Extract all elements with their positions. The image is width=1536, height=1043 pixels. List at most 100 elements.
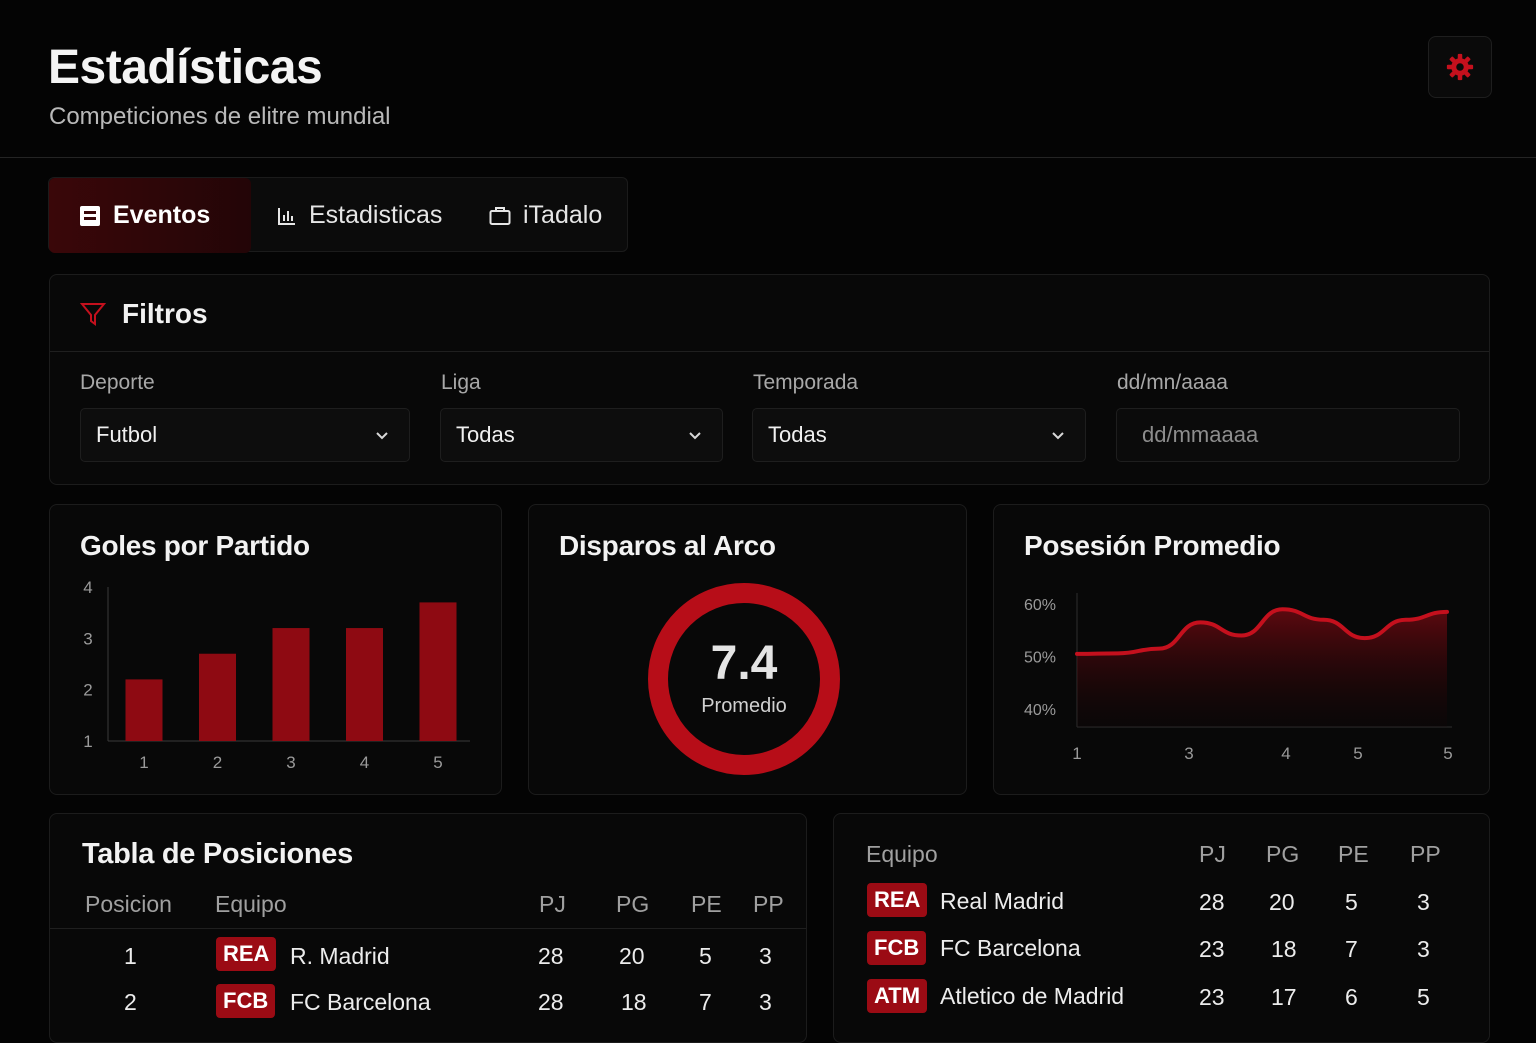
page-title: Estadísticas (48, 41, 323, 94)
possession-card: Posesión Promedio 60% 50% 40% 1 3 4 5 5 (993, 504, 1490, 795)
team-name: R. Madrid (290, 943, 390, 969)
y-tick-label: 50% (1024, 650, 1056, 667)
tab-label: iTadalo (523, 201, 603, 229)
col-pp: PP (1410, 841, 1441, 867)
cell-pp: 3 (1417, 936, 1430, 962)
cell-pp: 5 (1417, 984, 1430, 1010)
bar (272, 628, 310, 741)
x-tick-label: 3 (1184, 744, 1193, 763)
table-divider (50, 928, 806, 929)
team-name: Atletico de Madrid (940, 983, 1125, 1009)
x-tick-label: 5 (433, 753, 442, 772)
filters-title: Filtros (122, 298, 208, 329)
briefcase-icon (489, 206, 511, 226)
col-pg: PG (616, 891, 650, 917)
shots-value: 7.4 (710, 637, 778, 690)
row-position: 1 (124, 943, 137, 969)
y-tick-label: 4 (83, 578, 92, 597)
tab-estadisticas[interactable]: Estadisticas (277, 178, 442, 253)
shots-card: Disparos al Arco 7.4 Promedio (528, 504, 967, 795)
row-position: 2 (124, 989, 137, 1015)
cell-pg: 20 (619, 943, 645, 969)
tab-label: Estadisticas (309, 201, 443, 229)
settings-button[interactable] (1428, 36, 1492, 98)
y-tick-label: 60% (1024, 597, 1056, 614)
filters-header: Filtros (50, 275, 1489, 352)
date-input[interactable] (1116, 408, 1460, 462)
team-name: FC Barcelona (940, 935, 1081, 961)
y-tick-label: 2 (83, 681, 92, 700)
x-tick-label: 4 (1281, 744, 1290, 763)
cell-pj: 28 (538, 989, 564, 1015)
chevron-down-icon (376, 432, 388, 440)
bar (419, 602, 457, 741)
tab-eventos[interactable]: Eventos (49, 178, 251, 253)
col-pj: PJ (539, 891, 566, 917)
col-pe: PE (1338, 841, 1369, 867)
calendar-icon (79, 205, 101, 227)
bar-chart-icon (277, 206, 297, 226)
col-equipo: Equipo (215, 891, 287, 917)
x-tick-label: 5 (1353, 744, 1362, 763)
standings-card-2: Equipo PJ PG PE PP REA Real Madrid 28 20… (833, 813, 1490, 1043)
cell-pg: 17 (1271, 984, 1297, 1010)
team-badge: FCB (216, 984, 276, 1018)
team-badge: ATM (867, 979, 928, 1013)
chevron-down-icon (689, 432, 701, 440)
sport-value: Futbol (96, 422, 158, 447)
sport-label: Deporte (80, 371, 155, 394)
cell-pj: 23 (1199, 984, 1225, 1010)
goals-chart: 1 2 3 4 1 2 3 4 5 (83, 578, 470, 772)
league-label: Liga (441, 371, 481, 394)
cell-pj: 23 (1199, 936, 1225, 962)
col-pe: PE (691, 891, 722, 917)
bar (125, 679, 163, 741)
team-badge: REA (867, 883, 928, 917)
date-label: dd/mn/aaaa (1117, 371, 1228, 394)
x-tick-label: 1 (139, 753, 148, 772)
y-tick-label: 40% (1024, 702, 1056, 719)
cell-pe: 6 (1345, 984, 1358, 1010)
cell-pg: 18 (621, 989, 647, 1015)
team-name: Real Madrid (940, 888, 1064, 914)
x-tick-label: 2 (213, 753, 222, 772)
x-tick-label: 4 (360, 753, 369, 772)
team-name: FC Barcelona (290, 989, 431, 1015)
area-fill (1077, 609, 1447, 727)
cell-pp: 3 (759, 943, 772, 969)
col-equipo: Equipo (866, 841, 938, 867)
league-select[interactable]: Todas (440, 408, 723, 462)
cell-pg: 18 (1271, 936, 1297, 962)
filter-icon (80, 303, 106, 326)
season-select[interactable]: Todas (752, 408, 1086, 462)
season-value: Todas (768, 422, 827, 447)
y-tick-label: 3 (83, 629, 92, 648)
cell-pg: 20 (1269, 889, 1295, 915)
shots-caption: Promedio (701, 695, 787, 717)
bar (199, 653, 236, 741)
col-pg: PG (1266, 841, 1300, 867)
team-badge: FCB (867, 931, 927, 965)
bar (346, 628, 383, 741)
cell-pj: 28 (538, 943, 564, 969)
cell-pp: 3 (759, 989, 772, 1015)
col-pj: PJ (1199, 841, 1226, 867)
standings-title: Tabla de Posiciones (82, 838, 353, 870)
standings-card: Tabla de Posiciones Posicion Equipo PJ P… (49, 813, 807, 1043)
cell-pp: 3 (1417, 889, 1430, 915)
app-header: Estadísticas Competiciones de elitre mun… (0, 0, 1536, 158)
tab-itadalo[interactable]: iTadalo (489, 178, 602, 253)
cell-pe: 7 (699, 989, 712, 1015)
cell-pe: 5 (1345, 889, 1358, 915)
cell-pj: 28 (1199, 889, 1225, 915)
gear-icon (1446, 53, 1474, 81)
cell-pe: 7 (1345, 936, 1358, 962)
page-subtitle: Competiciones de elitre mundial (49, 103, 391, 130)
col-posicion: Posicion (85, 891, 172, 917)
sport-select[interactable]: Futbol (80, 408, 410, 462)
col-pp: PP (753, 891, 784, 917)
x-tick-label: 5 (1443, 744, 1452, 763)
x-tick-label: 1 (1072, 744, 1081, 763)
league-value: Todas (456, 422, 515, 447)
x-tick-label: 3 (286, 753, 295, 772)
